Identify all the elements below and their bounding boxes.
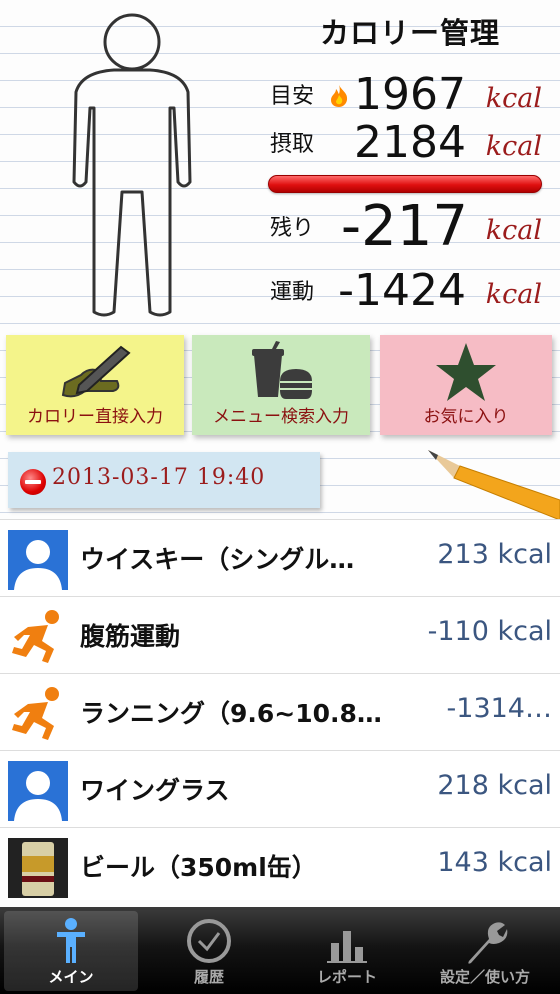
tab-report[interactable]: レポート	[280, 911, 414, 991]
flame-icon	[331, 85, 348, 107]
exercise-unit: kcal	[485, 279, 542, 310]
exercise-calories: 運動 -1424 kcal	[270, 266, 560, 316]
person-icon	[57, 918, 85, 963]
person-placeholder-icon	[8, 530, 68, 590]
star-icon	[436, 343, 496, 401]
tab-main-label: メイン	[48, 968, 94, 986]
direct-calorie-input-button[interactable]: カロリー直接入力	[6, 335, 184, 435]
running-icon	[12, 687, 59, 740]
list-item[interactable]: ウイスキー（シングル… 213 kcal	[0, 519, 560, 597]
fastfood-icon	[252, 341, 312, 399]
favorites-label: お気に入り	[423, 407, 509, 427]
app-title: カロリー管理	[319, 16, 500, 50]
wrench-icon	[468, 922, 508, 964]
date-text: 2013-03-17 19:40	[52, 465, 266, 490]
tab-bar: メイン 履歴 レポート 設定／使い方	[0, 907, 560, 994]
entry-kcal: 143 kcal	[437, 847, 552, 878]
tab-settings[interactable]: 設定／使い方	[418, 911, 552, 991]
person-placeholder-icon	[8, 761, 68, 821]
delete-icon[interactable]	[20, 469, 46, 495]
intake-unit: kcal	[485, 131, 542, 162]
remaining-unit: kcal	[485, 215, 542, 246]
target-value: 1967	[354, 69, 466, 120]
tab-settings-label: 設定／使い方	[439, 968, 530, 986]
entry-kcal: -1314…	[446, 693, 552, 724]
target-calories: 目安 1967 kcal	[270, 70, 560, 120]
menu-search-input-button[interactable]: メニュー検索入力	[192, 335, 370, 435]
remaining-calories: 残り -217 kcal	[270, 194, 560, 259]
remaining-value: -217	[340, 194, 468, 259]
body-figure-icon	[72, 13, 192, 317]
list-item[interactable]: ランニング（9.6~10.8… -1314…	[0, 673, 560, 751]
list-item[interactable]: ワイングラス 218 kcal	[0, 750, 560, 828]
summary-header: カロリー管理 目安 1967 kcal 摂取 2184 kcal 残り -217…	[0, 0, 560, 330]
target-label: 目安	[270, 84, 315, 109]
list-item[interactable]: 腹筋運動 -110 kcal	[0, 596, 560, 674]
entry-kcal: 218 kcal	[437, 770, 552, 801]
clock-icon	[187, 919, 231, 963]
entry-name: ウイスキー（シングル…	[80, 545, 355, 574]
entry-kcal: 213 kcal	[437, 539, 552, 570]
entry-name: ワイングラス	[80, 776, 230, 805]
remaining-label: 残り	[270, 216, 315, 241]
favorites-button[interactable]: お気に入り	[380, 335, 552, 435]
pencil-decoration-icon	[428, 450, 560, 520]
entry-name: 腹筋運動	[80, 622, 181, 651]
intake-calories: 摂取 2184 kcal	[270, 118, 560, 168]
exercise-label: 運動	[270, 280, 315, 305]
direct-calorie-input-label: カロリー直接入力	[27, 407, 163, 427]
entry-name: ビール（350ml缶）	[80, 853, 317, 882]
intake-label: 摂取	[270, 132, 315, 157]
tab-report-label: レポート	[316, 968, 377, 986]
exercise-value: -1424	[338, 265, 466, 316]
pen-icon	[61, 345, 131, 398]
input-actions: カロリー直接入力 メニュー検索入力 お気に入り	[0, 330, 560, 440]
beer-can-photo	[8, 838, 68, 898]
target-unit: kcal	[485, 83, 542, 114]
date-selector[interactable]: 2013-03-17 19:40	[8, 452, 320, 508]
intake-value: 2184	[354, 117, 466, 168]
entry-list: ウイスキー（シングル… 213 kcal 腹筋運動 -110 kcal ランニン…	[0, 519, 560, 907]
entry-kcal: -110 kcal	[427, 616, 552, 647]
intake-progress-bar	[268, 175, 542, 193]
tab-main[interactable]: メイン	[4, 911, 138, 991]
entry-name: ランニング（9.6~10.8…	[80, 699, 382, 728]
menu-search-input-label: メニュー検索入力	[213, 407, 349, 427]
tab-history[interactable]: 履歴	[142, 911, 276, 991]
tab-history-label: 履歴	[193, 968, 224, 986]
running-icon	[12, 610, 59, 663]
bar-chart-icon	[327, 931, 367, 963]
list-item[interactable]: ビール（350ml缶） 143 kcal	[0, 827, 560, 905]
